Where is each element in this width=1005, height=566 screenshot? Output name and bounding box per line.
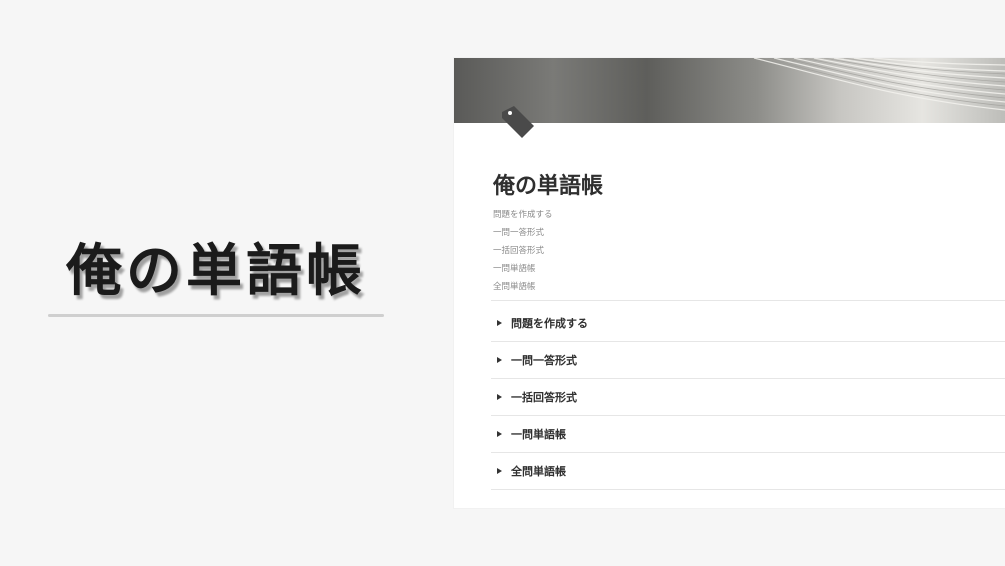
toggle-label: 一問単語帳	[511, 428, 566, 441]
triangle-right-icon[interactable]	[497, 320, 502, 326]
toc-item[interactable]: 問題を作成する	[493, 206, 553, 224]
hero-title: 俺の単語帳	[66, 239, 366, 304]
toggle-bulk-answer[interactable]: 一括回答形式	[491, 379, 1005, 416]
triangle-right-icon[interactable]	[497, 394, 502, 400]
toggle-label: 一問一答形式	[511, 354, 577, 367]
toc-item[interactable]: 全問単語帳	[493, 278, 553, 296]
toggle-label: 問題を作成する	[511, 317, 588, 330]
notion-page: 俺の単語帳 問題を作成する 一問一答形式 一括回答形式 一問単語帳 全問単語帳 …	[454, 58, 1005, 508]
table-of-contents: 問題を作成する 一問一答形式 一括回答形式 一問単語帳 全問単語帳	[493, 206, 553, 296]
toggle-label: 全問単語帳	[511, 465, 566, 478]
toggle-all-vocabulary[interactable]: 全問単語帳	[491, 453, 1005, 490]
hero-underline	[48, 314, 384, 317]
toggle-list: 問題を作成する 一問一答形式 一括回答形式 一問単語帳 全問単語帳	[491, 305, 1005, 490]
page-title: 俺の単語帳	[493, 174, 604, 199]
cover-paper-stack	[753, 58, 1005, 111]
toc-item[interactable]: 一括回答形式	[493, 242, 553, 260]
triangle-right-icon[interactable]	[497, 431, 502, 437]
toggle-label: 一括回答形式	[511, 391, 577, 404]
tag-icon[interactable]	[500, 104, 536, 140]
triangle-right-icon[interactable]	[497, 357, 502, 363]
toggle-create-question[interactable]: 問題を作成する	[491, 305, 1005, 342]
toggle-single-vocabulary[interactable]: 一問単語帳	[491, 416, 1005, 453]
page-cover-image	[454, 58, 1005, 123]
divider	[491, 300, 1005, 301]
toc-item[interactable]: 一問一答形式	[493, 224, 553, 242]
toc-item[interactable]: 一問単語帳	[493, 260, 553, 278]
triangle-right-icon[interactable]	[497, 468, 502, 474]
hero-section: 俺の単語帳	[48, 238, 384, 322]
toggle-one-question-one-answer[interactable]: 一問一答形式	[491, 342, 1005, 379]
